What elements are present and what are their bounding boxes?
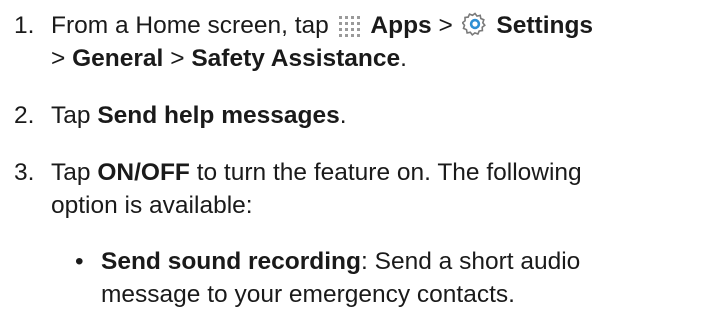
on-off-label: ON/OFF <box>97 159 190 186</box>
send-sound-recording-label: Send sound recording <box>101 248 361 275</box>
separator: > <box>438 12 453 39</box>
safety-assistance-label: Safety Assistance <box>191 45 401 72</box>
separator: > <box>51 45 66 72</box>
general-label: General <box>72 45 164 72</box>
step-2-prefix: Tap <box>51 102 91 129</box>
step-1-prefix: From a Home screen, tap <box>51 12 329 39</box>
step-3: 3. Tap ON/OFF to turn the feature on. Th… <box>0 156 703 222</box>
step-3-line2: option is available: <box>51 192 253 219</box>
step-3-prefix: Tap <box>51 159 91 186</box>
bullet-line1-suffix: : Send a short audio <box>361 248 581 275</box>
step-text: From a Home screen, tap Apps > Settings … <box>51 9 703 75</box>
step-2: 2. Tap Send help messages. <box>0 99 703 132</box>
apps-label: Apps <box>370 12 432 39</box>
instruction-document: 1. From a Home screen, tap Apps > Settin… <box>0 0 703 312</box>
step-number: 2. <box>14 102 35 129</box>
period: . <box>400 45 407 72</box>
bullet-text: Send sound recording: Send a short audio… <box>101 245 580 311</box>
settings-label: Settings <box>496 12 594 39</box>
bullet-line2: message to your emergency contacts. <box>101 281 515 308</box>
step-3-line1-suffix: to turn the feature on. The following <box>196 159 582 186</box>
bullet-icon: • <box>75 248 84 275</box>
settings-gear-icon <box>460 11 488 46</box>
separator: > <box>170 45 185 72</box>
step-number: 3. <box>14 159 35 186</box>
bullet-item: • Send sound recording: Send a short aud… <box>75 245 703 311</box>
step-1: 1. From a Home screen, tap Apps > Settin… <box>0 9 703 75</box>
send-help-messages-label: Send help messages <box>97 102 340 129</box>
step-text: Tap ON/OFF to turn the feature on. The f… <box>51 156 703 222</box>
period: . <box>339 102 347 129</box>
step-text: Tap Send help messages. <box>51 99 703 132</box>
step-number: 1. <box>14 12 35 39</box>
